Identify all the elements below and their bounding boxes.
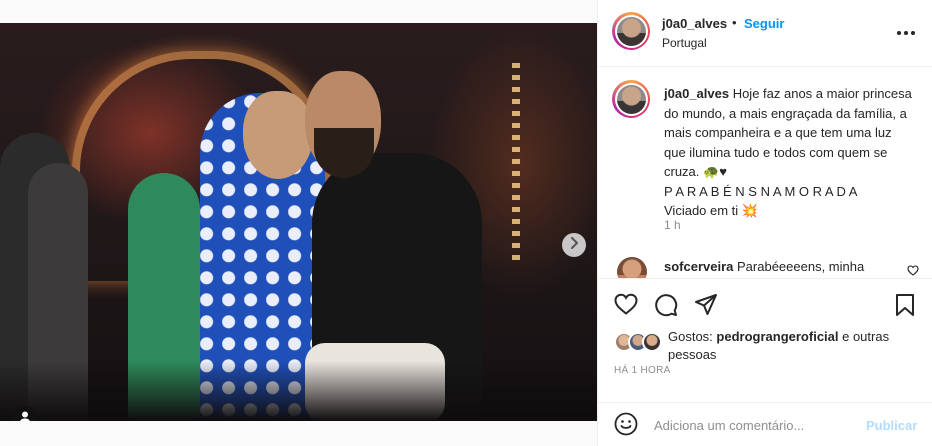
header-username[interactable]: j0a0_alves — [662, 16, 727, 31]
avatar-border — [614, 82, 648, 116]
header-separator: • — [732, 15, 737, 30]
avatar[interactable] — [617, 257, 647, 278]
more-horizontal-icon — [897, 31, 915, 35]
comment-username[interactable]: sofcerveira — [664, 259, 733, 274]
post-timestamp[interactable]: HÁ 1 HORA — [614, 365, 671, 376]
caption-line: P A R A B É N S N A M O R A D A — [664, 183, 858, 199]
caption-text: j0a0_alves Hoje faz anos a maior princes… — [664, 84, 914, 221]
comment-button[interactable] — [654, 293, 680, 319]
follow-button[interactable]: Seguir — [744, 16, 784, 31]
avatar-image — [616, 16, 646, 46]
caption-line: Viciado em ti 💥 — [664, 203, 758, 218]
avatar — [642, 332, 662, 352]
more-options-button[interactable] — [895, 23, 917, 43]
emoji-button[interactable] — [614, 412, 640, 438]
avatar-border — [614, 14, 648, 48]
location-link[interactable]: Portugal — [662, 36, 707, 50]
comment-body: Parabéeeeens, minha — [733, 259, 865, 274]
avatar[interactable] — [612, 80, 650, 118]
post-photo[interactable] — [0, 23, 597, 421]
comment-input[interactable] — [654, 414, 854, 436]
chevron-right-icon — [569, 236, 579, 254]
share-button[interactable] — [694, 293, 720, 319]
caption-timestamp[interactable]: 1 h — [664, 218, 681, 232]
heart-icon — [614, 293, 638, 315]
photo-person — [243, 91, 313, 179]
comment-icon — [655, 294, 678, 317]
photo-light-column — [512, 63, 520, 263]
share-icon — [695, 294, 717, 315]
comment-composer: Publicar — [598, 402, 932, 446]
avatar[interactable] — [612, 12, 650, 50]
publish-button[interactable]: Publicar — [866, 418, 917, 433]
save-button[interactable] — [894, 293, 920, 319]
photo-floor — [0, 361, 597, 421]
emoji-icon — [614, 412, 638, 436]
heart-icon — [907, 265, 919, 276]
comment-item: sofcerveira Parabéeeeens, minha — [598, 252, 932, 278]
like-button[interactable] — [614, 293, 640, 319]
avatar-image — [616, 84, 646, 114]
post-header: j0a0_alves • Seguir Portugal — [598, 0, 932, 67]
comment-text: sofcerveira Parabéeeeens, minha — [664, 259, 864, 274]
carousel-next-button[interactable] — [562, 233, 586, 257]
likes-summary: Gostos: pedrograngeroficial e outras pes… — [668, 328, 908, 364]
caption-username[interactable]: j0a0_alves — [664, 86, 729, 101]
bookmark-icon — [896, 294, 914, 316]
likes-user[interactable]: pedrograngeroficial — [716, 329, 838, 344]
post-side-panel: j0a0_alves • Seguir Portugal j0a0_alves … — [597, 0, 932, 446]
post-caption: j0a0_alves Hoje faz anos a maior princes… — [598, 68, 932, 268]
post-actions: Gostos: pedrograngeroficial e outras pes… — [598, 278, 932, 446]
user-tag-icon — [18, 410, 32, 421]
likes-prefix: Gostos: — [668, 329, 717, 344]
